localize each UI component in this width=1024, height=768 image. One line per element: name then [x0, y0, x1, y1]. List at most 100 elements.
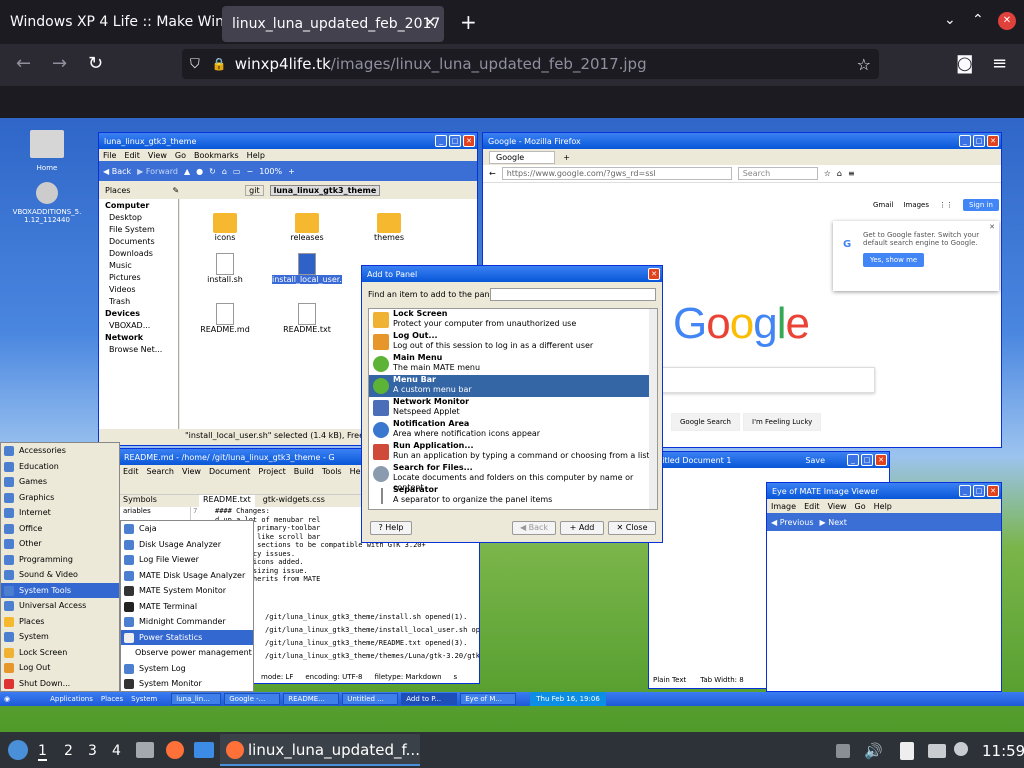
close-icon[interactable]: ✕ [875, 454, 887, 466]
network-icon[interactable] [928, 744, 946, 758]
close-icon[interactable]: ✕ [987, 485, 999, 497]
close-icon[interactable]: ✕ [648, 268, 660, 280]
maximize-icon[interactable]: □ [973, 135, 985, 147]
reload-icon[interactable]: ↻ [88, 53, 103, 74]
menu-item-games[interactable]: Games [1, 474, 119, 490]
new-tab-icon[interactable]: + [460, 10, 477, 34]
task-pluma[interactable]: Untitled ... [342, 693, 399, 705]
zoom-in-icon[interactable]: + [288, 167, 295, 176]
menu-item-disk-usage[interactable]: Disk Usage Analyzer [121, 537, 253, 553]
list-item[interactable]: Separator A separator to organize the pan… [369, 485, 657, 507]
host-clock[interactable]: 11:59 [982, 742, 1024, 760]
menu-view[interactable]: View [182, 467, 201, 476]
eject-icon[interactable] [836, 744, 850, 758]
menu-edit[interactable]: Edit [123, 467, 139, 476]
close-icon[interactable]: ✕ [989, 223, 995, 231]
zoom-out-icon[interactable]: − [246, 167, 253, 176]
menu-file[interactable]: File [103, 151, 116, 160]
sidebar-item-filesystem[interactable]: File System [99, 223, 178, 235]
back-arrow-icon[interactable]: ← [16, 53, 31, 74]
images-link[interactable]: Images [903, 201, 929, 209]
volume-icon[interactable]: 🔊 [864, 742, 883, 760]
symbol-item[interactable]: ariables [123, 507, 190, 515]
clipboard-icon[interactable] [900, 742, 914, 760]
list-item[interactable]: Notification Area Area where notification… [369, 419, 657, 441]
url-field[interactable]: https://www.google.com/?gws_rd=ssl [501, 167, 732, 180]
system-menu-button[interactable]: System [131, 695, 157, 703]
sidebar-item-browse-network[interactable]: Browse Net... [99, 343, 178, 355]
tab-readme-txt[interactable]: README.txt [198, 495, 255, 507]
menu-project[interactable]: Project [258, 467, 285, 476]
menu-item-midnight-commander[interactable]: Midnight Commander [121, 614, 253, 630]
workspace-2[interactable]: 2 [64, 743, 73, 759]
search-field[interactable]: Search [737, 167, 818, 180]
close-icon[interactable]: ✕ [463, 135, 475, 147]
chevron-down-icon[interactable]: ⌄ [944, 12, 956, 28]
feeling-lucky-button[interactable]: I'm Feeling Lucky [743, 413, 822, 431]
file-item-selected[interactable]: install_local_user.sh [272, 253, 351, 284]
bookmark-star-icon[interactable]: ☆ [824, 169, 831, 178]
menu-item-office[interactable]: Office [1, 521, 119, 537]
menu-item-other[interactable]: Other [1, 536, 119, 552]
file-item[interactable]: README.txt [272, 303, 342, 334]
list-item[interactable]: Search for Files... Locate documents and … [369, 463, 657, 492]
home-icon[interactable]: ⌂ [222, 167, 227, 176]
close-tab-icon[interactable]: ✕ [424, 15, 436, 31]
window-titlebar[interactable]: Eye of MATE Image Viewer _ □ ✕ [767, 483, 1001, 499]
menu-view[interactable]: View [828, 502, 847, 511]
previous-button[interactable]: ◀ Previous [771, 518, 814, 527]
menu-help[interactable]: Help [247, 151, 265, 160]
bookmark-star-icon[interactable]: ☆ [857, 55, 871, 74]
menu-item-terminal[interactable]: MATE Terminal [121, 599, 253, 615]
maximize-icon[interactable]: □ [449, 135, 461, 147]
minimize-icon[interactable]: _ [847, 454, 859, 466]
menu-help[interactable]: Help [874, 502, 892, 511]
tab-google[interactable]: Google [489, 150, 556, 164]
window-close-icon[interactable]: ✕ [998, 12, 1016, 30]
task-caja[interactable]: luna_lin... [171, 693, 222, 705]
scrollbar[interactable] [649, 309, 657, 509]
window-titlebar[interactable]: ntitled Document 1 Save _ □ ✕ [649, 452, 889, 468]
start-icon[interactable]: ◉ [4, 695, 10, 703]
list-item[interactable]: Run Application... Run an application by … [369, 441, 657, 463]
back-button[interactable]: ◀ Back [103, 167, 131, 176]
workspace-4[interactable]: 4 [112, 743, 121, 759]
task-firefox[interactable]: Google -... [224, 693, 281, 705]
shield-icon[interactable]: ⛉ [190, 57, 200, 72]
home-icon[interactable]: ⌂ [837, 169, 842, 178]
file-item[interactable]: install.sh [190, 253, 260, 284]
window-icon[interactable] [194, 742, 214, 758]
minimize-icon[interactable]: _ [435, 135, 447, 147]
applications-menu-button[interactable]: Applications [50, 695, 93, 703]
menu-item-education[interactable]: Education [1, 459, 119, 475]
menu-item-graphics[interactable]: Graphics [1, 490, 119, 506]
up-icon[interactable]: ▲ [184, 167, 190, 176]
menu-item-log-viewer[interactable]: Log File Viewer [121, 552, 253, 568]
back-arrow-icon[interactable]: ← [489, 169, 496, 178]
maximize-icon[interactable]: ⌃ [972, 12, 984, 28]
close-icon[interactable]: ✕ [987, 135, 999, 147]
menu-item-system[interactable]: System [1, 629, 119, 645]
yes-show-me-button[interactable]: Yes, show me [863, 253, 925, 267]
maximize-icon[interactable]: □ [973, 485, 985, 497]
sidebar-item-downloads[interactable]: Downloads [99, 247, 178, 259]
menu-edit[interactable]: Edit [804, 502, 820, 511]
forward-button[interactable]: ▶ Forward [137, 167, 178, 176]
menu-item-internet[interactable]: Internet [1, 505, 119, 521]
panel-clock[interactable]: Thu Feb 16, 19:06 [530, 692, 606, 706]
hamburger-menu-icon[interactable]: ≡ [992, 53, 1007, 74]
list-item[interactable]: Lock Screen Protect your computer from un… [369, 309, 657, 331]
task-add-to-panel[interactable]: Add to P... [401, 693, 458, 705]
computer-icon[interactable]: ▭ [233, 167, 241, 176]
file-item[interactable]: releases [272, 213, 342, 242]
menu-item-mate-disk-usage[interactable]: MATE Disk Usage Analyzer [121, 568, 253, 584]
save-button[interactable]: Save [805, 456, 825, 465]
menu-image[interactable]: Image [771, 502, 796, 511]
path-button-current[interactable]: luna_linux_gtk3_theme [269, 184, 381, 196]
dialog-titlebar[interactable]: Add to Panel ✕ [362, 266, 662, 282]
menu-item-system-log[interactable]: System Log [121, 661, 253, 677]
firefox-icon[interactable] [166, 741, 184, 759]
task-eom[interactable]: Eye of M... [460, 693, 517, 705]
file-item[interactable]: icons [190, 213, 260, 242]
list-item[interactable]: Main Menu The main MATE menu [369, 353, 657, 375]
